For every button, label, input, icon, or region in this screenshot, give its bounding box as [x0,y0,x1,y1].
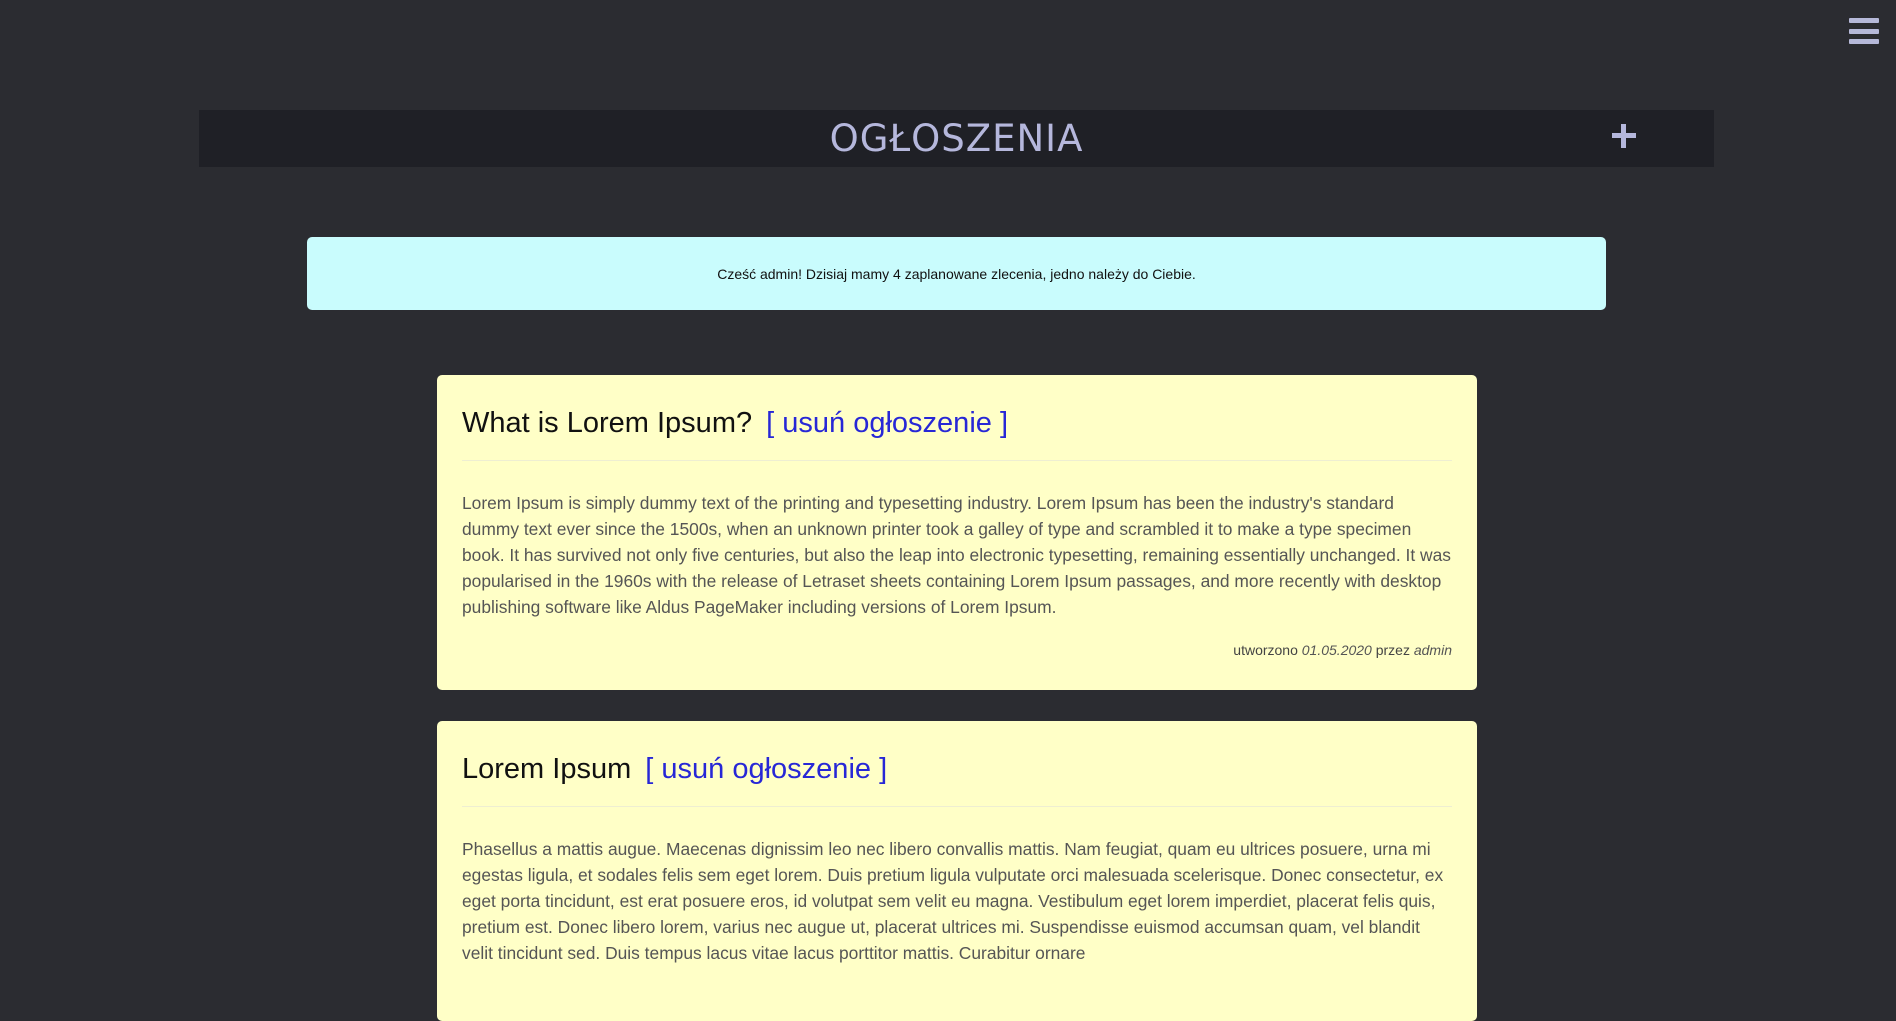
announcement-card: Lorem Ipsum [ usuń ogłoszenie ] Phasellu… [437,721,1477,1021]
menu-bar [1849,18,1879,23]
welcome-message: Cześć admin! Dzisiaj mamy 4 zaplanowane … [717,265,1196,282]
page-header: OGŁOSZENIA [199,110,1714,167]
announcement-card: What is Lorem Ipsum? [ usuń ogłoszenie ]… [437,375,1477,690]
meta-by-label: przez [1375,642,1410,658]
menu-bar [1849,28,1879,34]
announcement-title: Lorem Ipsum [462,753,632,785]
welcome-alert: Cześć admin! Dzisiaj mamy 4 zaplanowane … [307,237,1606,310]
divider [462,460,1452,461]
announcement-date: 01.05.2020 [1301,642,1372,658]
delete-announcement-link[interactable]: [ usuń ogłoszenie ] [766,407,1008,439]
announcement-body: Lorem Ipsum is simply dummy text of the … [462,493,1451,617]
hamburger-menu-icon[interactable] [1848,16,1880,46]
meta-created-label: utworzono [1233,642,1298,658]
delete-announcement-link[interactable]: [ usuń ogłoszenie ] [645,753,887,785]
announcement-meta: utworzono 01.05.2020 przez admin [462,642,1452,658]
plus-icon[interactable] [1606,118,1642,154]
announcement-header: What is Lorem Ipsum? [ usuń ogłoszenie ] [462,403,1452,443]
announcement-body: Phasellus a mattis augue. Maecenas digni… [462,839,1444,963]
announcement-header: Lorem Ipsum [ usuń ogłoszenie ] [462,749,1452,789]
announcement-title: What is Lorem Ipsum? [462,407,753,439]
page-title: OGŁOSZENIA [829,117,1084,160]
divider [462,806,1452,807]
announcement-author: admin [1413,642,1452,658]
menu-bar [1849,39,1879,44]
